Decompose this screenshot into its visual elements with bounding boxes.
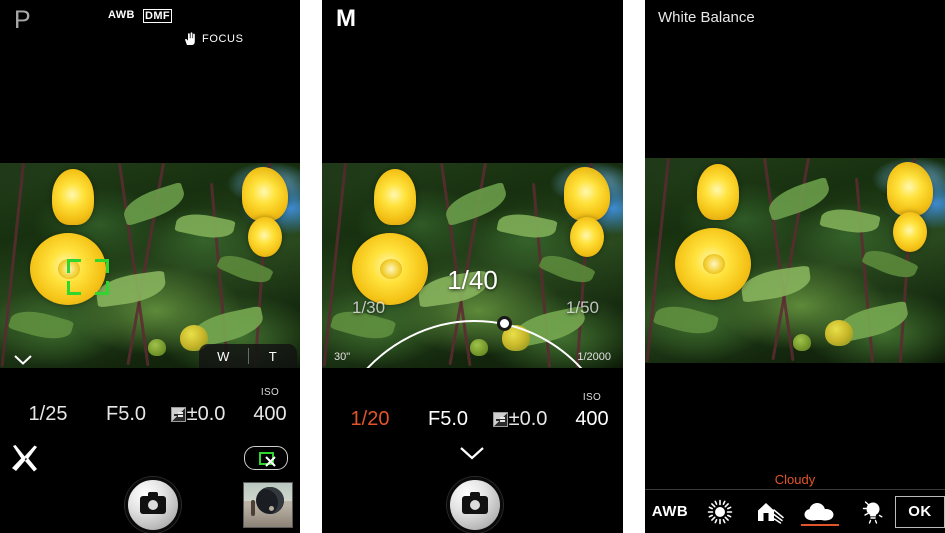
panel-program-mode: P AWB DMF FOCUS W T 1/25 F5.0 ±0.0 ISO 4… — [0, 0, 300, 533]
zoom-tele-button[interactable]: T — [249, 349, 298, 364]
mode-indicator-p[interactable]: P — [14, 6, 31, 35]
wb-ok-cell: OK — [895, 495, 945, 528]
wb-option-shade[interactable] — [745, 490, 795, 533]
close-x-icon — [264, 455, 276, 467]
chevron-down-icon[interactable] — [459, 446, 485, 460]
last-photo-thumbnail[interactable] — [243, 482, 293, 528]
panel-white-balance: White Balance Cloudy AWB OK — [645, 0, 945, 533]
wb-selected-label: Cloudy — [774, 472, 816, 487]
top-hud-program: P AWB DMF FOCUS — [0, 0, 300, 163]
hand-pointer-icon — [185, 32, 195, 45]
exposure-compensation-readout[interactable]: ±0.0 — [478, 407, 562, 431]
live-view-photo-manual[interactable]: 1/40 1/30 1/50 30" 1/2000 — [322, 163, 623, 368]
iso-readout[interactable]: ISO 400 — [562, 392, 622, 431]
exposure-readout-program: 1/25 F5.0 ±0.0 ISO 400 — [0, 387, 300, 426]
wb-selected-underline — [801, 524, 839, 526]
exposure-compensation-readout[interactable]: ±0.0 — [156, 402, 240, 426]
photo-artwork — [645, 158, 945, 363]
exposure-compensation-icon — [170, 407, 186, 422]
focus-mode-tag[interactable]: DMF — [143, 9, 173, 23]
ok-button[interactable]: OK — [895, 495, 945, 528]
dial-right-value[interactable]: 1/50 — [566, 298, 599, 318]
focus-label: FOCUS — [202, 33, 244, 45]
thumbnail-detail — [268, 505, 274, 511]
camera-icon — [140, 492, 166, 514]
live-view-photo-program[interactable]: W T — [0, 163, 300, 368]
light-bulb-icon — [862, 500, 883, 524]
house-shade-icon — [758, 502, 784, 524]
wb-option-incandescent[interactable] — [845, 490, 895, 533]
shutter-speed-readout[interactable]: 1/20 — [322, 407, 418, 431]
dial-left-value[interactable]: 1/30 — [352, 298, 385, 318]
camera-icon — [462, 492, 488, 514]
slider-knob-icon[interactable] — [497, 316, 512, 331]
iso-caption: ISO — [582, 392, 602, 403]
tools-button[interactable] — [10, 444, 40, 477]
awb-text-icon: AWB — [651, 503, 689, 520]
af-bracket-icon[interactable] — [67, 259, 109, 295]
sun-icon — [707, 499, 733, 524]
thumbnail-person — [250, 499, 255, 516]
wrench-screwdriver-icon — [12, 445, 37, 472]
cloud-icon — [804, 502, 834, 520]
dial-selected-value: 1/40 — [447, 265, 498, 295]
aperture-readout[interactable]: F5.0 — [96, 402, 156, 426]
iso-readout[interactable]: ISO 400 — [240, 387, 300, 426]
wb-option-daylight[interactable] — [695, 490, 745, 533]
iso-caption: ISO — [260, 387, 280, 398]
photo-artwork — [0, 163, 300, 368]
wb-option-awb[interactable]: AWB — [645, 490, 695, 533]
white-balance-tag[interactable]: AWB — [108, 9, 135, 21]
shutter-button[interactable] — [447, 477, 503, 533]
wb-option-cloudy[interactable] — [795, 490, 845, 533]
chevron-down-icon[interactable] — [14, 355, 32, 365]
movie-record-badge[interactable] — [244, 446, 288, 470]
dial-range-max: 1/2000 — [577, 351, 611, 363]
page-title: White Balance — [658, 9, 755, 26]
exposure-readout-manual: 1/20 F5.0 ±0.0 ISO 400 — [322, 392, 623, 431]
shutter-button[interactable] — [125, 477, 181, 533]
aperture-readout[interactable]: F5.0 — [418, 407, 478, 431]
white-balance-option-bar: AWB OK — [645, 489, 945, 533]
top-hud-manual: M — [322, 0, 623, 163]
shutter-speed-readout[interactable]: 1/25 — [0, 402, 96, 426]
panel-manual-mode: M 1/40 1/30 1/50 30" 1/2000 1/20 F5.0 ±0… — [322, 0, 623, 533]
focus-status: FOCUS — [184, 32, 244, 46]
mode-indicator-m[interactable]: M — [336, 5, 357, 33]
movie-disabled-icon — [258, 451, 276, 467]
live-view-photo-wb[interactable] — [645, 158, 945, 363]
dial-range-min: 30" — [334, 351, 351, 363]
zoom-wide-button[interactable]: W — [199, 349, 248, 364]
screenshot-root: P AWB DMF FOCUS W T 1/25 F5.0 ±0.0 ISO 4… — [0, 0, 945, 533]
zoom-wt-control[interactable]: W T — [199, 344, 297, 368]
exposure-compensation-icon — [492, 412, 508, 427]
